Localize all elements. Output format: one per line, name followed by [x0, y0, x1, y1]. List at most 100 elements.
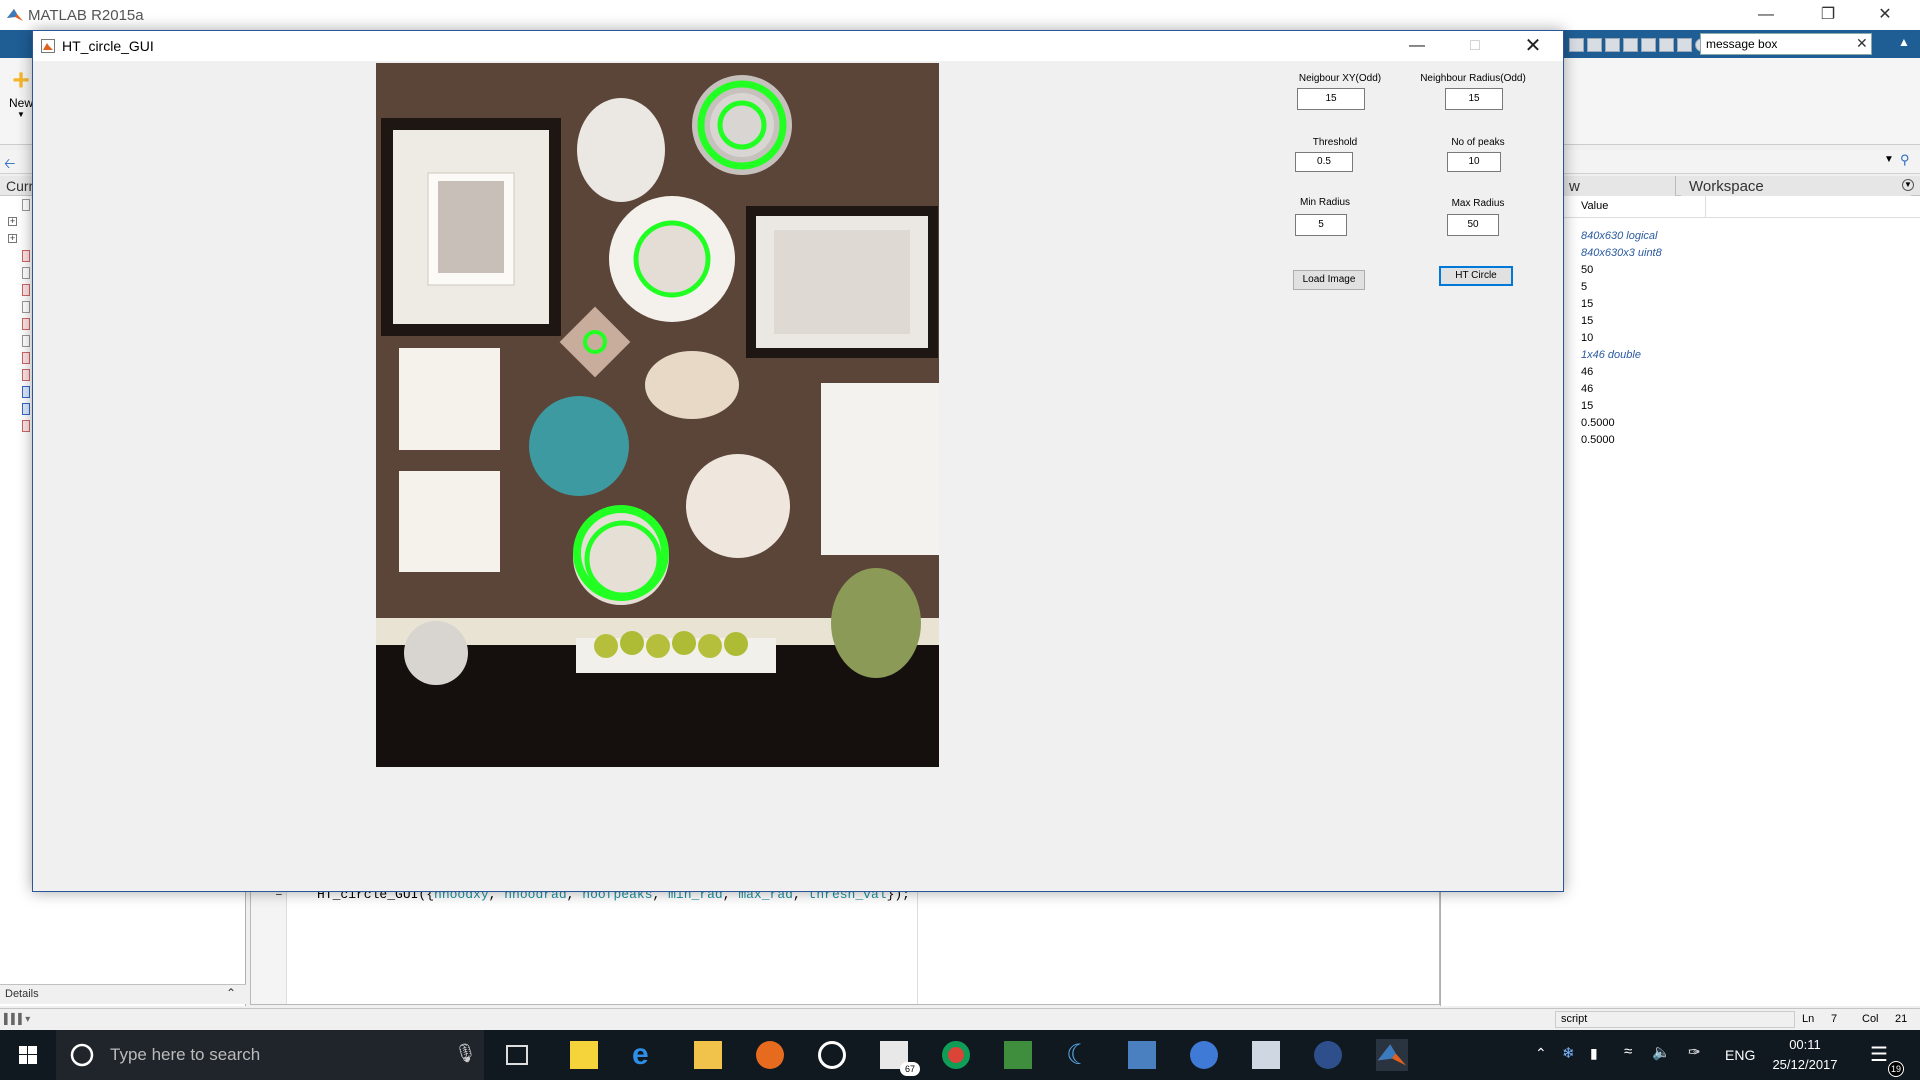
collapse-ribbon-icon[interactable]: ▲	[1898, 35, 1910, 49]
tab-other[interactable]: w	[1561, 176, 1676, 196]
value-column-header[interactable]: Value	[1581, 200, 1608, 212]
copy-icon[interactable]	[1605, 38, 1620, 52]
code-editor[interactable]: – HT_circle_GUI({nhoodxy, nhoodrad, noof…	[250, 880, 1440, 1005]
square-plate-2	[399, 471, 500, 572]
result-image	[376, 63, 939, 767]
undo-icon[interactable]	[1641, 38, 1656, 52]
min-radius-input[interactable]: 5	[1295, 214, 1347, 236]
details-bar[interactable]: Details ⌃	[0, 984, 246, 1004]
neighbour-radius-input[interactable]: 15	[1445, 88, 1503, 110]
workspace-value[interactable]: 50	[1581, 262, 1662, 279]
lamp-shade	[821, 383, 939, 555]
workspace-value[interactable]: 15	[1581, 296, 1662, 313]
tray-expand-icon[interactable]: ⌃	[1535, 1045, 1547, 1062]
panel-menu-icon[interactable]: ▼	[1902, 179, 1914, 191]
workspace-value[interactable]: 0.5000	[1581, 432, 1662, 449]
chrome-icon[interactable]	[942, 1041, 970, 1069]
neighbour-xy-input[interactable]: 15	[1297, 88, 1365, 110]
bluetooth-icon[interactable]: ❄	[1562, 1044, 1575, 1062]
load-image-button[interactable]: Load Image	[1293, 270, 1365, 290]
workspace-value[interactable]: 46	[1581, 364, 1662, 381]
matlab-taskbar-icon[interactable]	[1376, 1039, 1408, 1071]
control-panel-icon[interactable]	[1252, 1041, 1280, 1069]
max-radius-input[interactable]: 50	[1447, 214, 1499, 236]
help-search-input[interactable]	[1700, 33, 1872, 55]
chevron-up-icon[interactable]: ⌃	[226, 986, 236, 1000]
tab-workspace[interactable]: Workspace	[1681, 176, 1911, 196]
task-view-icon[interactable]	[506, 1045, 528, 1065]
ht-circle-button[interactable]: HT Circle	[1439, 266, 1513, 286]
firefox-icon[interactable]	[756, 1041, 784, 1069]
back-arrow-icon[interactable]: 🡠	[4, 153, 15, 177]
square-plate-1	[399, 348, 500, 450]
threshold-input[interactable]: 0.5	[1295, 152, 1353, 172]
image-axes[interactable]	[376, 63, 939, 767]
gui-maximize-button[interactable]: □	[1446, 31, 1504, 61]
snowflake-app-icon[interactable]	[1190, 1041, 1218, 1069]
sticky-notes-icon[interactable]	[570, 1041, 598, 1069]
oval-plate	[645, 351, 739, 419]
pen-icon[interactable]: ✑	[1688, 1043, 1701, 1061]
m-file-icon	[22, 249, 30, 262]
spss-icon[interactable]	[1314, 1041, 1342, 1069]
neighbour-xy-label: Neigbour XY(Odd)	[1298, 73, 1382, 84]
workspace-value[interactable]: 0.5000	[1581, 415, 1662, 432]
clock-date: 25/12/2017	[1772, 1057, 1838, 1072]
switch-windows-icon[interactable]	[1677, 38, 1692, 52]
workspace-value[interactable]: 1x46 double	[1581, 347, 1662, 364]
excel-like-icon[interactable]	[1004, 1041, 1032, 1069]
workspace-value[interactable]: 840x630 logical	[1581, 228, 1662, 245]
tab-other-label: w	[1569, 178, 1580, 195]
workspace-value[interactable]: 10	[1581, 330, 1662, 347]
language-indicator[interactable]: ENG	[1725, 1047, 1755, 1063]
neighbour-radius-label: Neighbour Radius(Odd)	[1420, 73, 1526, 84]
action-center-icon[interactable]: ☰	[1870, 1042, 1888, 1067]
save-icon[interactable]	[1569, 38, 1584, 52]
file-icon	[22, 266, 30, 279]
expand-icon[interactable]: +	[8, 234, 17, 243]
redo-icon[interactable]	[1659, 38, 1674, 52]
address-dropdown-icon[interactable]: ▼	[1884, 154, 1894, 165]
battery-icon[interactable]: ▮	[1590, 1045, 1598, 1062]
clear-search-icon[interactable]: ✕	[1856, 35, 1868, 52]
no-of-peaks-label: No of peaks	[1451, 137, 1505, 148]
gui-close-button[interactable]: ✕	[1504, 31, 1562, 61]
edge-icon[interactable]: e	[632, 1040, 660, 1070]
file-explorer-icon[interactable]	[694, 1041, 722, 1069]
workspace-value[interactable]: 15	[1581, 398, 1662, 415]
no-of-peaks-input[interactable]: 10	[1447, 152, 1501, 172]
m-file-icon	[22, 419, 30, 432]
column-separator[interactable]	[1705, 196, 1706, 218]
network-app-icon[interactable]	[1128, 1041, 1156, 1069]
m-file-icon	[22, 351, 30, 364]
resize-grip-icon[interactable]: ▌▌▌▾	[4, 1014, 30, 1025]
file-icon	[22, 198, 30, 211]
microphone-icon[interactable]: 🎙	[454, 1043, 477, 1064]
artichoke	[404, 621, 468, 685]
close-button[interactable]: ✕	[1862, 0, 1908, 30]
minimize-button[interactable]: —	[1743, 0, 1789, 30]
restore-button[interactable]: ❐	[1805, 0, 1851, 30]
workspace-value[interactable]: 5	[1581, 279, 1662, 296]
media-player-icon[interactable]	[818, 1041, 846, 1069]
workspace-value[interactable]: 15	[1581, 313, 1662, 330]
search-folder-icon[interactable]: ⚲	[1900, 152, 1910, 168]
start-button[interactable]	[0, 1030, 56, 1080]
workspace-value[interactable]: 46	[1581, 381, 1662, 398]
taskbar: Type here to search 🎙 e 67 ☾ ⌃ ❄ ▮ ≈ 🔈 ✑…	[0, 1030, 1920, 1080]
line-label: Ln	[1802, 1013, 1815, 1025]
volume-icon[interactable]: 🔈	[1652, 1043, 1671, 1061]
workspace-value[interactable]: 840x630x3 uint8	[1581, 245, 1662, 262]
expand-icon[interactable]: +	[8, 217, 17, 226]
cut-icon[interactable]	[1587, 38, 1602, 52]
paste-icon[interactable]	[1623, 38, 1638, 52]
threshold-label: Threshold	[1312, 137, 1358, 148]
window-title: MATLAB R2015a	[28, 7, 144, 24]
gui-minimize-button[interactable]: —	[1388, 31, 1446, 61]
wifi-icon[interactable]: ≈	[1624, 1043, 1632, 1060]
clock[interactable]: 00:11 25/12/2017	[1770, 1035, 1840, 1075]
eclipse-icon[interactable]: ☾	[1066, 1041, 1094, 1069]
workspace-values: 840x630 logical 840x630x3 uint8 50 5 15 …	[1581, 228, 1662, 449]
gui-title-bar[interactable]: HT_circle_GUI — □ ✕	[33, 31, 1563, 61]
taskbar-search[interactable]: Type here to search 🎙	[56, 1030, 484, 1080]
